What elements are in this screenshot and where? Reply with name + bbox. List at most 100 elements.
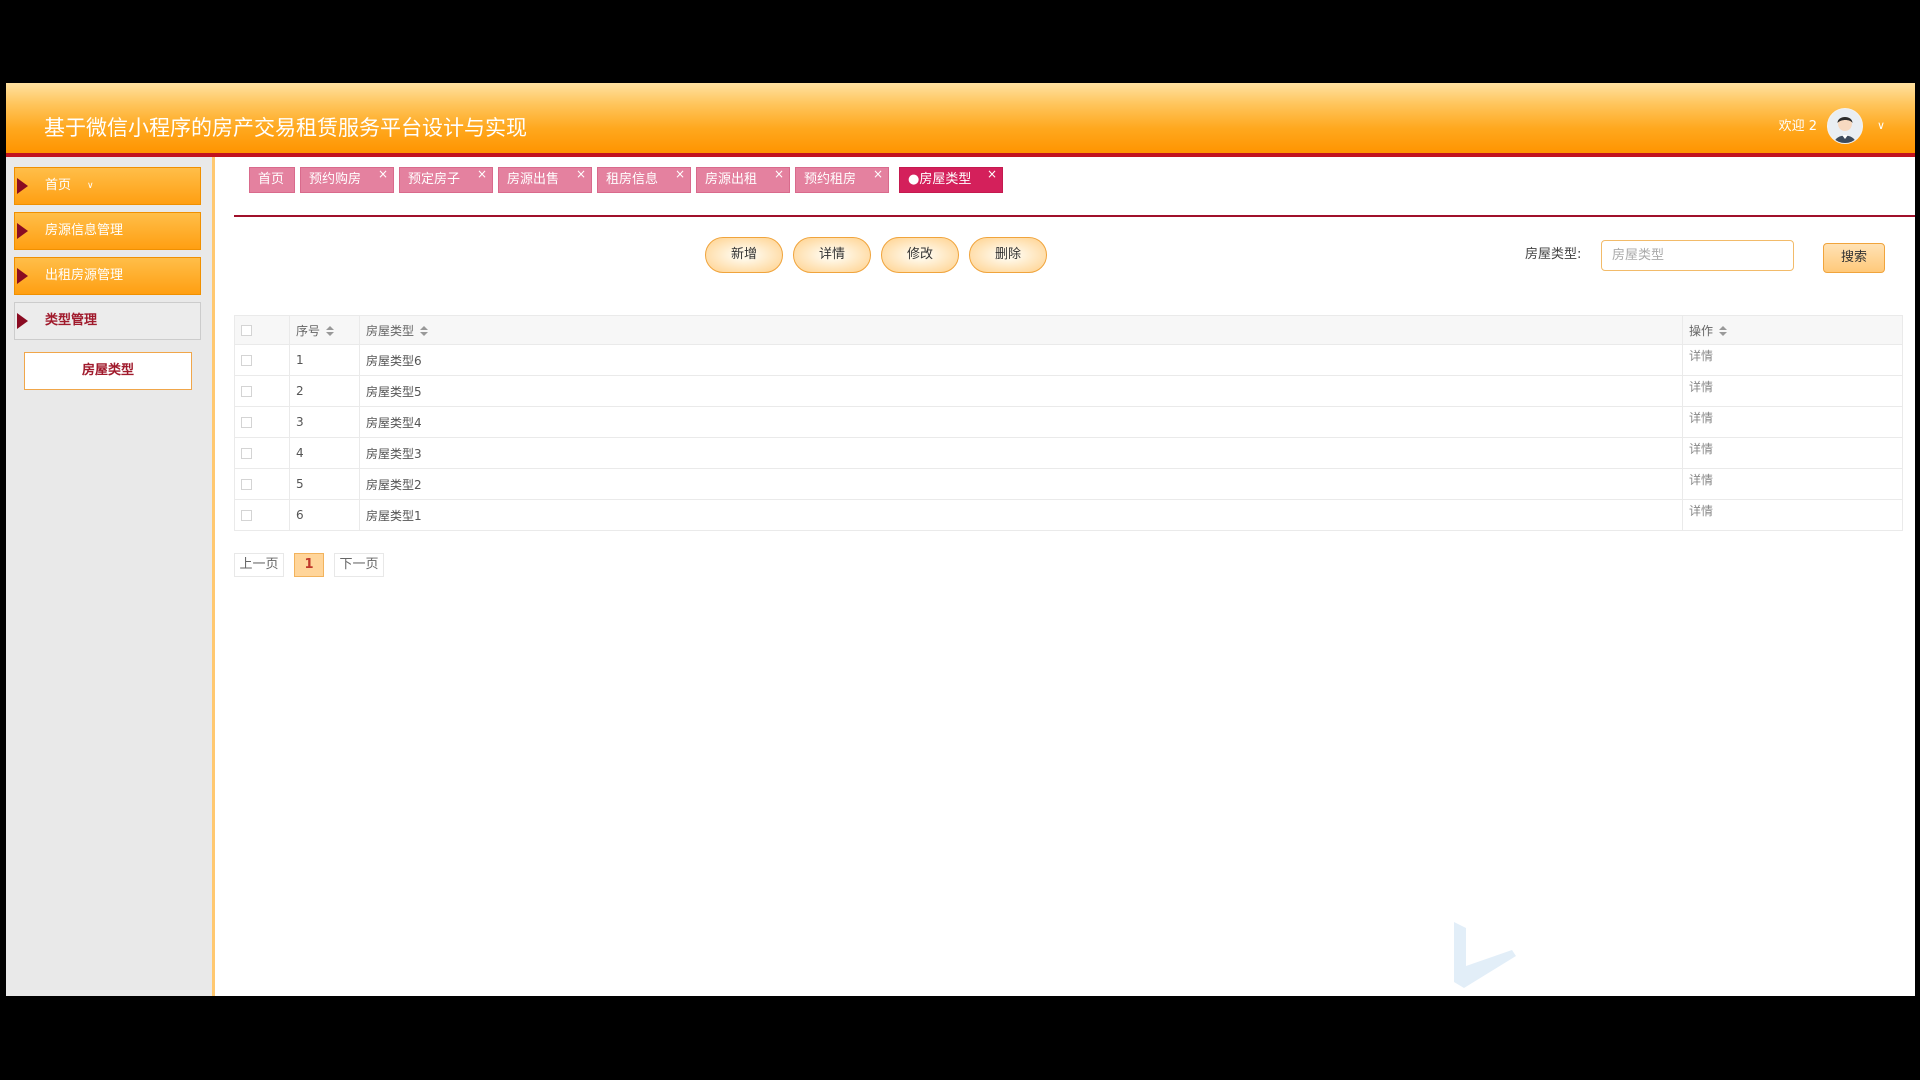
house-type-table: 序号 房屋类型 操作 1 房屋类型6 详情 2 房屋类型5 详情 3 房屋类型4 xyxy=(234,315,1903,531)
tab-house-rent[interactable]: 房源出租 × xyxy=(696,167,790,193)
tab-home[interactable]: 首页 xyxy=(249,167,295,193)
watermark-logo xyxy=(1454,922,1516,988)
row-checkbox[interactable] xyxy=(241,448,252,459)
table-row[interactable]: 4 房屋类型3 详情 xyxy=(234,437,1903,469)
checkbox-cell xyxy=(234,344,290,376)
detail-button[interactable]: 详情 xyxy=(793,237,871,273)
tab-reserve-purchase[interactable]: 预约购房 × xyxy=(300,167,394,193)
close-icon[interactable]: × xyxy=(774,165,784,183)
tab-label: 首页 xyxy=(258,172,285,187)
app-title: 基于微信小程序的房产交易租赁服务平台设计与实现 xyxy=(44,116,527,140)
sidebar: 首页 ∨ 房源信息管理 出租房源管理 类型管理 房屋类型 xyxy=(6,157,215,996)
tab-reserve-house[interactable]: 预定房子 × xyxy=(399,167,493,193)
sort-icon[interactable] xyxy=(326,326,335,336)
row-detail-link[interactable]: 详情 xyxy=(1689,411,1713,425)
search-button[interactable]: 搜索 xyxy=(1823,243,1885,273)
close-icon[interactable]: × xyxy=(873,165,883,183)
type-cell: 房屋类型3 xyxy=(359,437,1683,469)
close-icon[interactable]: × xyxy=(576,165,586,183)
edit-button[interactable]: 修改 xyxy=(881,237,959,273)
caret-right-icon xyxy=(17,178,28,194)
delete-button[interactable]: 删除 xyxy=(969,237,1047,273)
table-row[interactable]: 1 房屋类型6 详情 xyxy=(234,344,1903,376)
table-row[interactable]: 3 房屋类型4 详情 xyxy=(234,406,1903,438)
top-header: 基于微信小程序的房产交易租赁服务平台设计与实现 欢迎 2 ∨ xyxy=(6,83,1915,157)
sidebar-item-label: 首页 xyxy=(45,178,72,193)
row-checkbox[interactable] xyxy=(241,417,252,428)
sidebar-item-type-management[interactable]: 类型管理 xyxy=(14,302,201,340)
column-header-index[interactable]: 序号 xyxy=(289,315,360,345)
index-cell: 4 xyxy=(289,437,360,469)
caret-right-icon xyxy=(17,313,28,329)
tab-label: 房源出租 xyxy=(705,172,758,187)
index-cell: 1 xyxy=(289,344,360,376)
column-header-ops[interactable]: 操作 xyxy=(1682,315,1903,345)
checkbox-cell xyxy=(234,499,290,531)
sidebar-item-rental-management[interactable]: 出租房源管理 xyxy=(14,257,201,295)
tab-rental-info[interactable]: 租房信息 × xyxy=(597,167,691,193)
ops-cell: 详情 xyxy=(1682,468,1903,500)
column-header-label: 房屋类型 xyxy=(366,323,415,338)
checkbox-cell xyxy=(234,468,290,500)
ops-cell: 详情 xyxy=(1682,406,1903,438)
add-button[interactable]: 新增 xyxy=(705,237,783,273)
checkbox-cell xyxy=(234,406,290,438)
close-icon[interactable]: × xyxy=(987,165,997,183)
row-detail-link[interactable]: 详情 xyxy=(1689,380,1713,394)
table-row[interactable]: 5 房屋类型2 详情 xyxy=(234,468,1903,500)
avatar-graphic xyxy=(1828,109,1862,143)
table-row[interactable]: 2 房屋类型5 详情 xyxy=(234,375,1903,407)
search-label: 房屋类型: xyxy=(1525,247,1582,262)
select-all-checkbox[interactable] xyxy=(241,325,252,336)
sidebar-item-label: 出租房源管理 xyxy=(45,268,124,283)
tab-label: 预约租房 xyxy=(804,172,857,187)
index-cell: 2 xyxy=(289,375,360,407)
close-icon[interactable]: × xyxy=(675,165,685,183)
select-all-cell xyxy=(234,315,290,345)
type-cell: 房屋类型1 xyxy=(359,499,1683,531)
submenu-item-house-type[interactable]: 房屋类型 xyxy=(24,352,192,390)
row-checkbox[interactable] xyxy=(241,355,252,366)
row-detail-link[interactable]: 详情 xyxy=(1689,349,1713,363)
sidebar-item-home[interactable]: 首页 ∨ xyxy=(14,167,201,205)
sort-icon[interactable] xyxy=(420,326,429,336)
user-menu-chevron-down-icon[interactable]: ∨ xyxy=(1877,117,1885,135)
tab-label: ●房屋类型 xyxy=(908,172,972,187)
prev-page-button[interactable]: 上一页 xyxy=(234,553,284,577)
row-checkbox[interactable] xyxy=(241,386,252,397)
table-header-row: 序号 房屋类型 操作 xyxy=(234,315,1903,345)
row-checkbox[interactable] xyxy=(241,479,252,490)
ops-cell: 详情 xyxy=(1682,437,1903,469)
tab-house-sale[interactable]: 房源出售 × xyxy=(498,167,592,193)
sidebar-item-listing-management[interactable]: 房源信息管理 xyxy=(14,212,201,250)
search-input[interactable] xyxy=(1601,240,1794,271)
row-detail-link[interactable]: 详情 xyxy=(1689,504,1713,518)
column-header-type[interactable]: 房屋类型 xyxy=(359,315,1683,345)
next-page-button[interactable]: 下一页 xyxy=(334,553,384,577)
column-header-label: 操作 xyxy=(1689,323,1714,338)
tab-label: 预定房子 xyxy=(408,172,461,187)
row-checkbox[interactable] xyxy=(241,510,252,521)
user-avatar-icon[interactable] xyxy=(1827,108,1863,144)
close-icon[interactable]: × xyxy=(378,165,388,183)
type-cell: 房屋类型6 xyxy=(359,344,1683,376)
close-icon[interactable]: × xyxy=(477,165,487,183)
type-cell: 房屋类型4 xyxy=(359,406,1683,438)
tab-house-type[interactable]: ●房屋类型 × xyxy=(899,167,1003,193)
tab-label: 租房信息 xyxy=(606,172,659,187)
sort-icon[interactable] xyxy=(1719,326,1728,336)
ops-cell: 详情 xyxy=(1682,344,1903,376)
caret-right-icon xyxy=(17,268,28,284)
caret-right-icon xyxy=(17,223,28,239)
row-detail-link[interactable]: 详情 xyxy=(1689,442,1713,456)
tab-reserve-rent[interactable]: 预约租房 × xyxy=(795,167,889,193)
type-cell: 房屋类型2 xyxy=(359,468,1683,500)
current-page-button[interactable]: 1 xyxy=(294,553,324,577)
row-detail-link[interactable]: 详情 xyxy=(1689,473,1713,487)
welcome-text: 欢迎 2 xyxy=(1778,119,1817,134)
sidebar-item-label: 类型管理 xyxy=(45,313,98,328)
column-header-label: 序号 xyxy=(296,323,321,338)
tab-label: 预约购房 xyxy=(309,172,362,187)
index-cell: 3 xyxy=(289,406,360,438)
table-row[interactable]: 6 房屋类型1 详情 xyxy=(234,499,1903,531)
